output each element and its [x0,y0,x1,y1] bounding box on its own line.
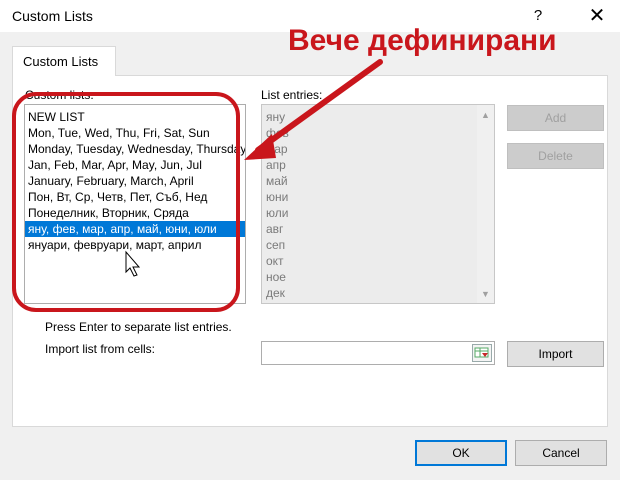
list-entry: апр [266,158,286,172]
import-range-input[interactable] [261,341,495,365]
list-entry: дек [266,286,285,300]
custom-lists-label: Custom lists: [25,88,94,102]
list-entry: сеп [266,238,286,252]
scroll-up-icon[interactable]: ▲ [477,107,494,124]
custom-list-item[interactable]: Monday, Tuesday, Wednesday, Thursday [25,141,245,157]
custom-list-item[interactable]: Mon, Tue, Wed, Thu, Fri, Sat, Sun [25,125,245,141]
import-button[interactable]: Import [507,341,604,367]
custom-list-item[interactable]: January, February, March, April [25,173,245,189]
tab-custom-lists[interactable]: Custom Lists [12,46,116,76]
list-entry: юли [266,206,289,220]
list-entry: яну [266,110,286,124]
custom-list-item[interactable]: яну, фев, мар, апр, май, юни, юли [25,221,245,237]
custom-lists-box[interactable]: NEW LIST Mon, Tue, Wed, Thu, Fri, Sat, Su… [24,104,246,304]
list-entry: мар [266,142,288,156]
cancel-button[interactable]: Cancel [515,440,607,466]
list-entry: юни [266,190,289,204]
close-button[interactable]: ✕ [584,3,610,29]
custom-list-item[interactable]: NEW LIST [25,109,245,125]
help-button[interactable]: ? [528,6,548,26]
delete-button[interactable]: Delete [507,143,604,169]
scroll-down-icon[interactable]: ▼ [477,286,494,303]
import-label: Import list from cells: [45,342,156,356]
custom-list-item[interactable]: Понеделник, Вторник, Сряда [25,205,245,221]
entries-scrollbar[interactable]: ▲ ▼ [477,105,494,303]
hint-text: Press Enter to separate list entries. [45,320,232,334]
range-select-icon[interactable] [472,344,492,362]
custom-list-item[interactable]: януари, февруари, март, април [25,237,245,253]
add-button[interactable]: Add [507,105,604,131]
window-title: Custom Lists [12,8,93,24]
list-entry: авг [266,222,284,236]
list-entries-box[interactable]: ▲ ▼ яну фев мар апр май юни юли авг сеп окт ное дек [261,104,495,304]
list-entry: окт [266,254,284,268]
ok-button[interactable]: OK [415,440,507,466]
custom-list-item[interactable]: Пон, Вт, Ср, Четв, Пет, Съб, Нед [25,189,245,205]
list-entry: ное [266,270,286,284]
annotation-text: Вече дефинирани [288,24,557,57]
list-entries-label: List entries: [261,88,323,102]
custom-list-item[interactable]: Jan, Feb, Mar, Apr, May, Jun, Jul [25,157,245,173]
list-entry: фев [266,126,289,140]
list-entry: май [266,174,288,188]
